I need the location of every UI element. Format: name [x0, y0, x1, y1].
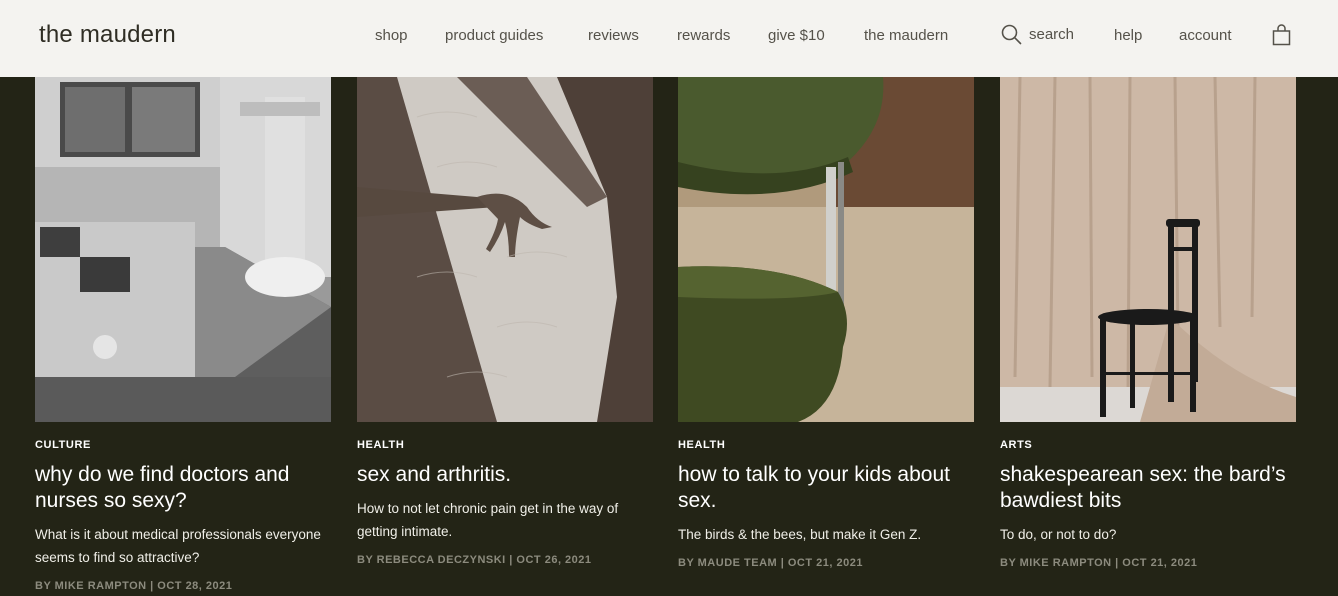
article-title[interactable]: sex and arthritis.: [357, 462, 647, 488]
article-description: To do, or not to do?: [1000, 527, 1117, 542]
nav-the-maudern[interactable]: the maudern: [864, 27, 948, 44]
article-image-shadow-hand[interactable]: [357, 77, 653, 422]
nav-shop[interactable]: shop: [375, 27, 408, 44]
article-image-chair-curtain[interactable]: [1000, 77, 1296, 422]
article-card[interactable]: [678, 77, 974, 422]
nav-rewards[interactable]: rewards: [677, 27, 730, 44]
article-image-green-chair[interactable]: [678, 77, 974, 422]
article-description: What is it about medical professionals e…: [35, 527, 321, 565]
article-description: How to not let chronic pain get in the w…: [357, 501, 619, 539]
article-byline: BY MIKE RAMPTON | OCT 21, 2021: [1000, 557, 1198, 569]
nav-reviews[interactable]: reviews: [588, 27, 639, 44]
article-title[interactable]: shakespearean sex: the bard’s bawdiest b…: [1000, 462, 1290, 514]
search-icon: [1001, 24, 1022, 45]
article-category: HEALTH: [357, 439, 405, 451]
article-card[interactable]: [1000, 77, 1296, 422]
nav-give-10[interactable]: give $10: [768, 27, 825, 44]
nav-account[interactable]: account: [1179, 27, 1232, 44]
site-logo[interactable]: the maudern: [39, 21, 176, 49]
article-byline: BY MAUDE TEAM | OCT 21, 2021: [678, 557, 863, 569]
shopping-bag-icon: [1272, 24, 1291, 46]
article-title[interactable]: why do we find doctors and nurses so sex…: [35, 462, 325, 514]
article-card[interactable]: [357, 77, 653, 422]
article-category: HEALTH: [678, 439, 726, 451]
article-title[interactable]: how to talk to your kids about sex.: [678, 462, 968, 514]
search-button[interactable]: search: [1001, 24, 1074, 45]
article-byline: BY MIKE RAMPTON | OCT 28, 2021: [35, 580, 233, 592]
nav-help[interactable]: help: [1114, 27, 1142, 44]
article-category: CULTURE: [35, 439, 91, 451]
cart-button[interactable]: [1272, 24, 1291, 51]
site-header: the maudern shop product guides reviews …: [0, 0, 1338, 77]
article-card[interactable]: [35, 77, 331, 422]
article-byline: BY REBECCA DECZYNSKI | OCT 26, 2021: [357, 554, 592, 566]
search-label: search: [1029, 26, 1075, 43]
article-description: The birds & the bees, but make it Gen Z.: [678, 527, 922, 542]
nav-product-guides[interactable]: product guides: [445, 27, 543, 44]
article-image-lab-equipment[interactable]: [35, 77, 331, 422]
article-category: ARTS: [1000, 439, 1033, 451]
